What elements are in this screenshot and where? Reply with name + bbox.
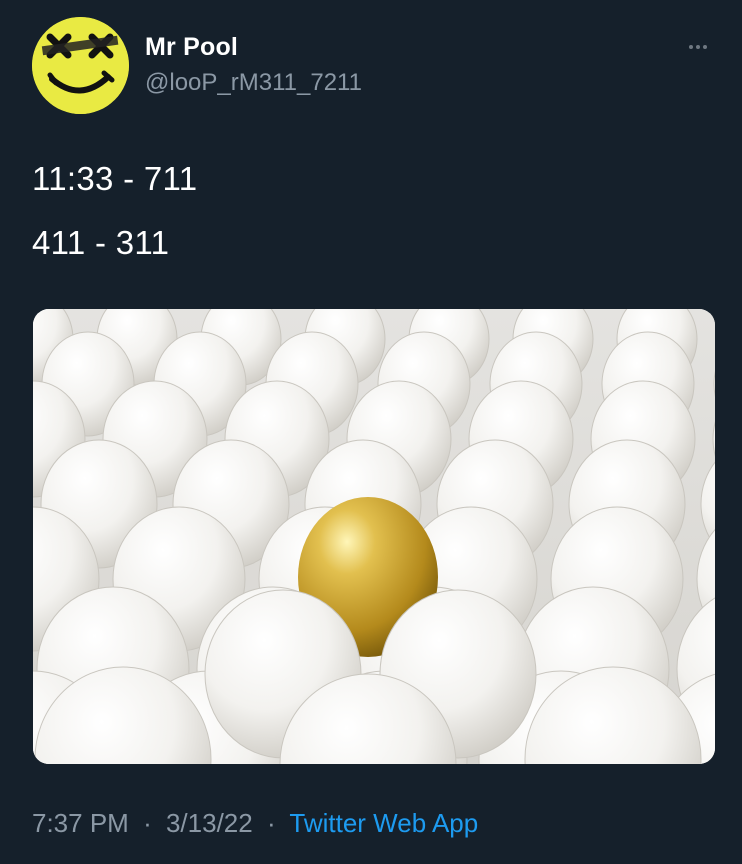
tweet-text-line-2: 411 - 311 <box>32 224 170 261</box>
avatar[interactable] <box>32 17 129 114</box>
smiley-face-icon <box>32 17 129 114</box>
user-handle[interactable]: @looP_rM311_7211 <box>145 69 362 97</box>
tweet-text-line-1: 11:33 - 711 <box>32 160 198 197</box>
tweet-card: Mr Pool @looP_rM311_7211 11:33 - 711 411… <box>0 0 742 864</box>
tweet-date[interactable]: 3/13/22 <box>166 808 253 838</box>
eggs-with-golden-egg-image <box>33 309 715 764</box>
source-app-link[interactable]: Twitter Web App <box>289 808 478 838</box>
separator-dot: · <box>143 808 152 838</box>
tweet-time[interactable]: 7:37 PM <box>32 808 129 838</box>
tweet-meta: 7:37 PM · 3/13/22 · Twitter Web App <box>32 808 478 839</box>
separator-dot: · <box>266 808 276 838</box>
display-name[interactable]: Mr Pool <box>145 33 238 62</box>
tweet-image[interactable] <box>33 309 715 764</box>
more-options-icon[interactable] <box>680 32 716 62</box>
